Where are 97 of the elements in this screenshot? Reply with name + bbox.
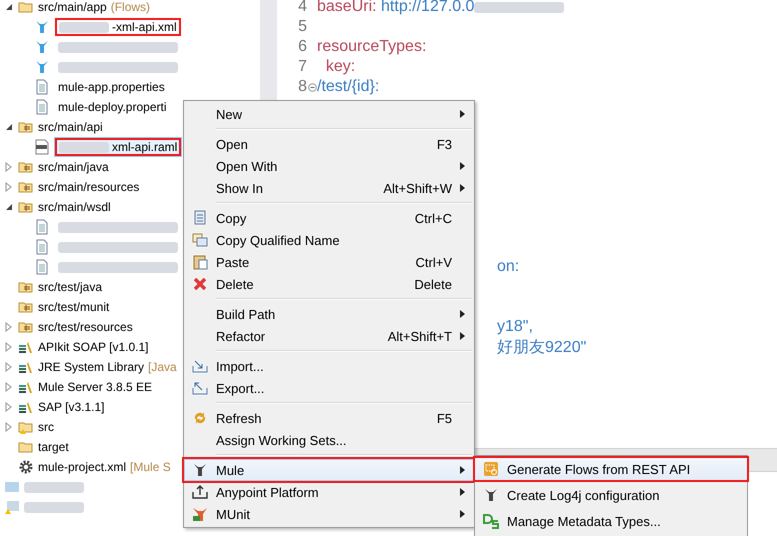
menu-item[interactable]: Create Log4j configuration [475,484,747,506]
tree-item[interactable]: src/main/wsdl [38,200,111,214]
collapsed-arrow-icon[interactable] [4,342,14,352]
tree-item[interactable]: JRE System Library [38,360,144,374]
document-icon [34,259,50,275]
tree-item-label: mule-deploy.properti [58,100,166,114]
copy-icon [192,232,208,248]
menu-item[interactable]: Refresh F5 [184,407,474,429]
menu-item[interactable]: Build Path [184,303,474,325]
tree-item[interactable]: target [38,440,69,454]
menu-item[interactable]: Copy Ctrl+C [184,207,474,229]
menu-item[interactable]: Paste Ctrl+V [184,251,474,273]
code-text: y18", [497,318,533,336]
line-number: 5 [297,18,307,36]
redacted-text-block [24,482,84,492]
tree-item[interactable]: xml-api.raml [54,137,182,157]
delete-icon [192,276,208,292]
upload-icon [192,484,208,500]
tree-item[interactable]: src/test/munit [38,300,110,314]
collapsed-arrow-icon[interactable] [4,182,14,192]
tree-item[interactable]: src/main/app [38,0,107,14]
menu-item[interactable]: Export... [184,377,474,399]
menu-item[interactable]: Open F3 [184,133,474,155]
clipboard-icon [192,254,208,270]
tree-item[interactable]: src [38,420,54,434]
line-number: 8 [297,78,307,96]
collapsed-arrow-icon[interactable] [4,402,14,412]
menu-item[interactable]: Mule [184,459,474,481]
tree-item[interactable]: src/test/resources [38,320,133,334]
code-text: /test/{id}: [317,78,380,96]
raml-file-icon [34,139,50,155]
redacted-text-block [24,502,84,512]
tree-item-label: mule-app.properties [58,80,165,94]
line-number: 7 [297,58,307,76]
tree-item[interactable]: APIkit SOAP [v1.0.1] [38,340,148,354]
mule-file-icon [34,19,50,35]
tree-decoration: (Flows) [110,0,150,14]
menu-item[interactable]: New [184,103,474,125]
menu-item[interactable]: Assign Working Sets... [184,429,474,451]
project-warning-icon [4,499,20,515]
collapsed-arrow-icon[interactable] [4,362,14,372]
expanded-arrow-icon[interactable] [4,202,14,212]
menu-item[interactable]: Refactor Alt+Shift+T [184,325,474,347]
mule-file-icon [34,59,50,75]
line-number: 4 [297,0,307,16]
tree-decoration: [Mule S [130,460,171,474]
tree-decoration: [Java [148,360,177,374]
collapsed-arrow-icon[interactable] [4,422,14,432]
menu-item[interactable]: Anypoint Platform [184,481,474,503]
expanded-arrow-icon[interactable] [4,2,14,12]
menu-item[interactable]: Show In Alt+Shift+W [184,177,474,199]
line-number: 6 [297,38,307,56]
mule-icon [192,462,208,478]
folder-icon [18,0,34,15]
export-icon [192,380,208,396]
document-icon [34,79,50,95]
gear-icon [18,459,34,475]
tree-item[interactable]: SAP [v3.1.1] [38,400,104,414]
code-text: on: [497,258,520,276]
collapsed-arrow-icon[interactable] [4,162,14,172]
collapsed-arrow-icon[interactable] [4,322,14,332]
collapsed-arrow-icon[interactable] [4,382,14,392]
code-text: key: [324,58,356,76]
tree-item[interactable]: mule-deploy.properti [54,98,170,116]
document-icon [34,239,50,255]
mule-icon [483,487,499,503]
ds-icon [483,513,499,529]
copy-icon [192,210,208,226]
menu-item[interactable]: Import... [184,355,474,377]
menu-item[interactable]: Delete Delete [184,273,474,295]
import-icon [192,358,208,374]
code-text: resourceTypes: [317,38,426,56]
refresh-icon [192,410,208,426]
menu-item[interactable]: MUnit [184,503,474,525]
project-icon [4,479,20,495]
tree-item-label: xml-api.raml [112,140,178,154]
document-icon [34,99,50,115]
tree-item[interactable]: mule-app.properties [54,78,169,96]
generate-flows-icon [483,461,499,477]
tree-item[interactable]: src/main/resources [38,180,140,194]
mule-file-icon [34,39,50,55]
menu-item[interactable]: Copy Qualified Name [184,229,474,251]
menu-item[interactable]: Manage Metadata Types... [475,510,747,532]
expanded-arrow-icon[interactable] [4,122,14,132]
code-text: 好朋友9220" [497,338,586,358]
tree-item[interactable]: -xml-api.xml [54,17,182,37]
document-icon [34,219,50,235]
menu-item[interactable]: Generate Flows from REST API [475,458,747,480]
tree-item[interactable]: mule-project.xml [38,460,126,474]
tree-item[interactable]: src/main/java [38,160,109,174]
tree-item[interactable]: src/test/java [38,280,102,294]
tree-item[interactable]: src/main/api [38,120,103,134]
menu-item[interactable]: Open With [184,155,474,177]
tree-item[interactable]: Mule Server 3.8.5 EE [38,380,152,394]
fold-toggle-icon[interactable] [308,82,316,92]
munit-icon [192,506,208,522]
tree-item-label: -xml-api.xml [112,20,177,34]
